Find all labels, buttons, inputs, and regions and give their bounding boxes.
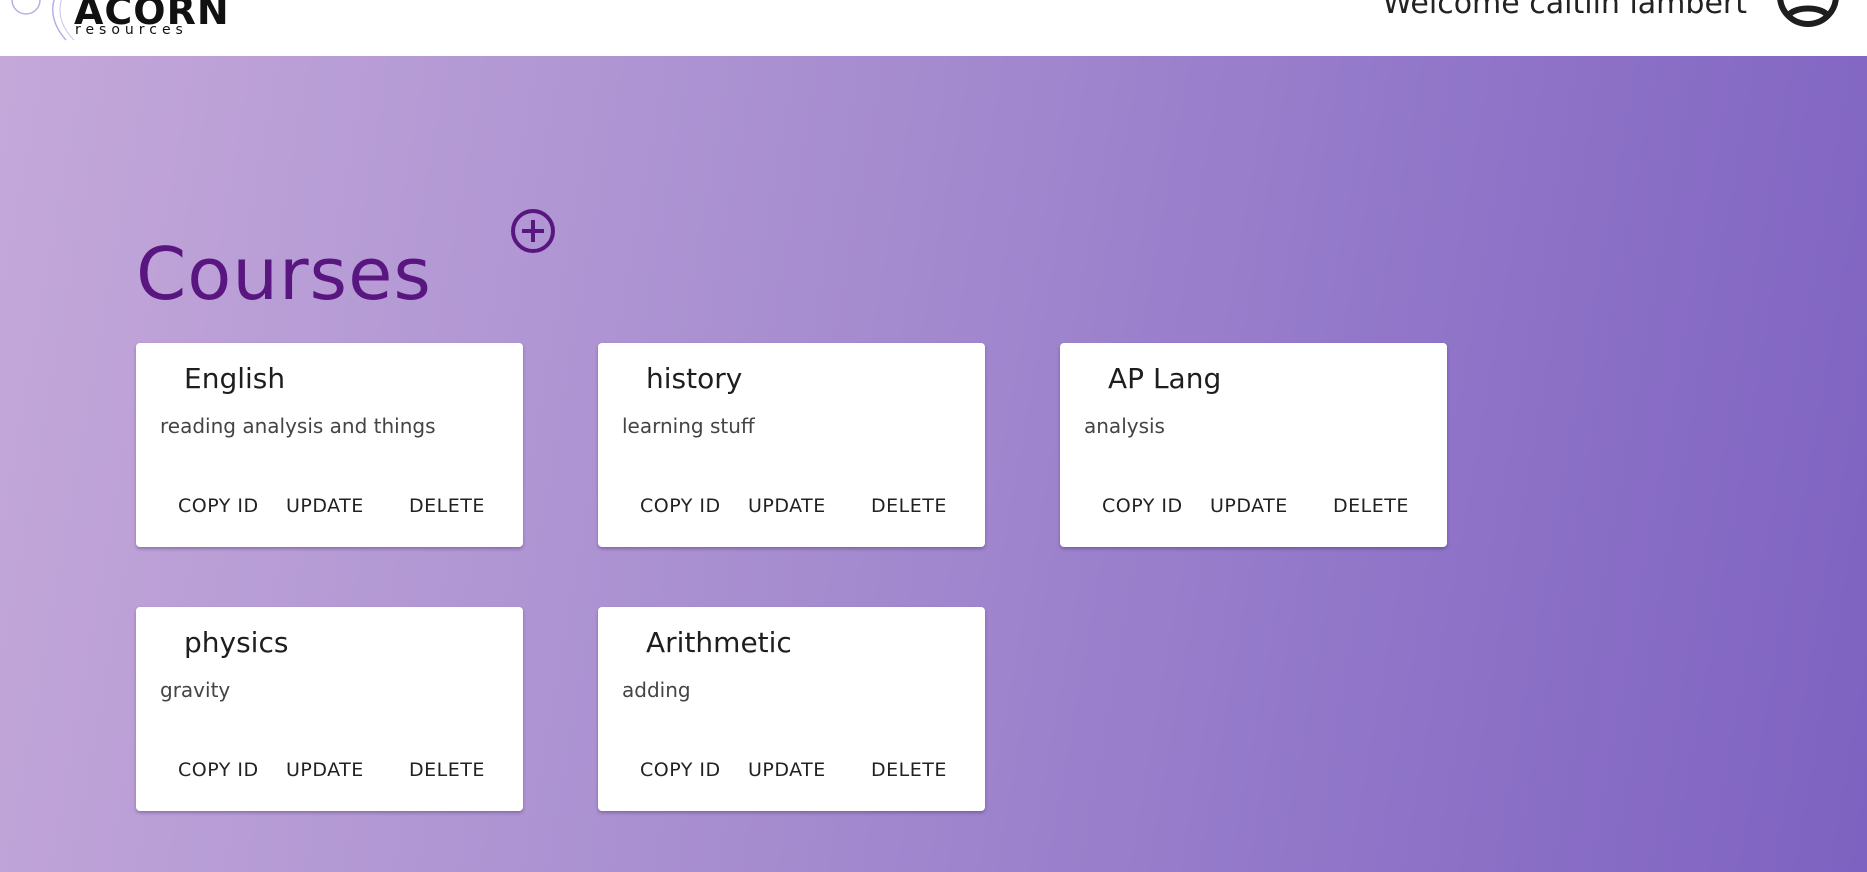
- course-title: Arithmetic: [646, 626, 792, 659]
- top-header: ACORN resources Welcome caitlin lambert: [0, 0, 1867, 56]
- course-card-ap-lang: AP Lang analysis COPY ID UPDATE DELETE: [1060, 343, 1447, 547]
- course-card-physics: physics gravity COPY ID UPDATE DELETE: [136, 607, 523, 811]
- add-course-button[interactable]: [508, 206, 558, 256]
- delete-button[interactable]: DELETE: [871, 759, 947, 782]
- course-title: English: [184, 362, 286, 395]
- update-button[interactable]: UPDATE: [748, 759, 826, 782]
- course-title: AP Lang: [1108, 362, 1222, 395]
- courses-page: Courses English reading analysis and thi…: [0, 56, 1867, 872]
- add-circle-icon: [511, 209, 555, 253]
- logo-subtitle: resources: [75, 22, 188, 38]
- update-button[interactable]: UPDATE: [286, 495, 364, 518]
- delete-button[interactable]: DELETE: [409, 759, 485, 782]
- update-button[interactable]: UPDATE: [1210, 495, 1288, 518]
- account-avatar-button[interactable]: [1774, 0, 1842, 28]
- course-card-english: English reading analysis and things COPY…: [136, 343, 523, 547]
- copy-id-button[interactable]: COPY ID: [640, 759, 721, 782]
- course-title: history: [646, 362, 743, 395]
- course-title: physics: [184, 626, 289, 659]
- delete-button[interactable]: DELETE: [871, 495, 947, 518]
- copy-id-button[interactable]: COPY ID: [640, 495, 721, 518]
- update-button[interactable]: UPDATE: [286, 759, 364, 782]
- course-description: gravity: [160, 678, 231, 702]
- course-card-history: history learning stuff COPY ID UPDATE DE…: [598, 343, 985, 547]
- account-circle-icon: [1777, 0, 1839, 27]
- delete-button[interactable]: DELETE: [1333, 495, 1409, 518]
- course-description: analysis: [1084, 414, 1165, 438]
- course-card-arithmetic: Arithmetic adding COPY ID UPDATE DELETE: [598, 607, 985, 811]
- acorn-logo[interactable]: ACORN resources: [0, 0, 240, 46]
- copy-id-button[interactable]: COPY ID: [1102, 495, 1183, 518]
- copy-id-button[interactable]: COPY ID: [178, 495, 259, 518]
- course-description: learning stuff: [622, 414, 755, 438]
- course-description: adding: [622, 678, 691, 702]
- copy-id-button[interactable]: COPY ID: [178, 759, 259, 782]
- delete-button[interactable]: DELETE: [409, 495, 485, 518]
- welcome-message: Welcome caitlin lambert: [1382, 0, 1748, 21]
- page-title: Courses: [136, 232, 432, 317]
- course-description: reading analysis and things: [160, 414, 436, 438]
- update-button[interactable]: UPDATE: [748, 495, 826, 518]
